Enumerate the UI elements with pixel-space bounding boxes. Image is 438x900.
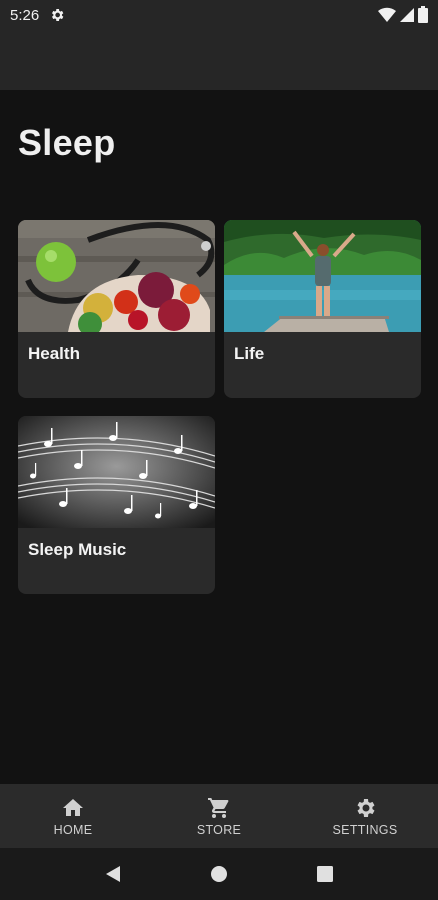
status-icons [378, 6, 428, 23]
home-icon [63, 798, 83, 816]
screen: 5:26 Sleep Health Life Sleep Music HOME … [0, 0, 438, 900]
recents-button[interactable] [310, 859, 340, 889]
nav-item-store[interactable]: STORE [146, 784, 292, 848]
app-bar [0, 30, 438, 90]
card-label: Health [28, 344, 80, 363]
recents-icon [317, 866, 333, 882]
gear-icon [357, 798, 375, 817]
wifi-icon [378, 7, 396, 22]
nav-item-settings[interactable]: SETTINGS [292, 784, 438, 848]
home-button[interactable] [204, 859, 234, 889]
card-label: Sleep Music [28, 540, 127, 559]
back-button[interactable] [98, 859, 128, 889]
status-time: 5:26 [10, 6, 40, 24]
status-bar: 5:26 [0, 0, 438, 30]
health-image [18, 220, 215, 332]
nav-label: SETTINGS [332, 822, 398, 837]
page-title: Sleep [18, 122, 116, 163]
sleep-music-image [18, 416, 215, 528]
card-life[interactable]: Life [224, 220, 421, 398]
nav-item-home[interactable]: HOME [0, 784, 146, 848]
card-label: Life [234, 344, 265, 363]
life-image [224, 220, 421, 332]
cart-icon [208, 797, 229, 818]
signal-icon [400, 7, 414, 22]
back-icon [106, 866, 120, 882]
nav-label: STORE [196, 822, 242, 837]
battery-icon [418, 6, 428, 23]
card-health[interactable]: Health [18, 220, 215, 398]
home-circle-icon [211, 866, 227, 882]
bottom-nav: HOME STORE SETTINGS [0, 784, 438, 848]
system-nav-bar [0, 848, 438, 900]
nav-label: HOME [53, 822, 93, 837]
gear-icon [52, 9, 64, 21]
card-sleep-music[interactable]: Sleep Music [18, 416, 215, 594]
